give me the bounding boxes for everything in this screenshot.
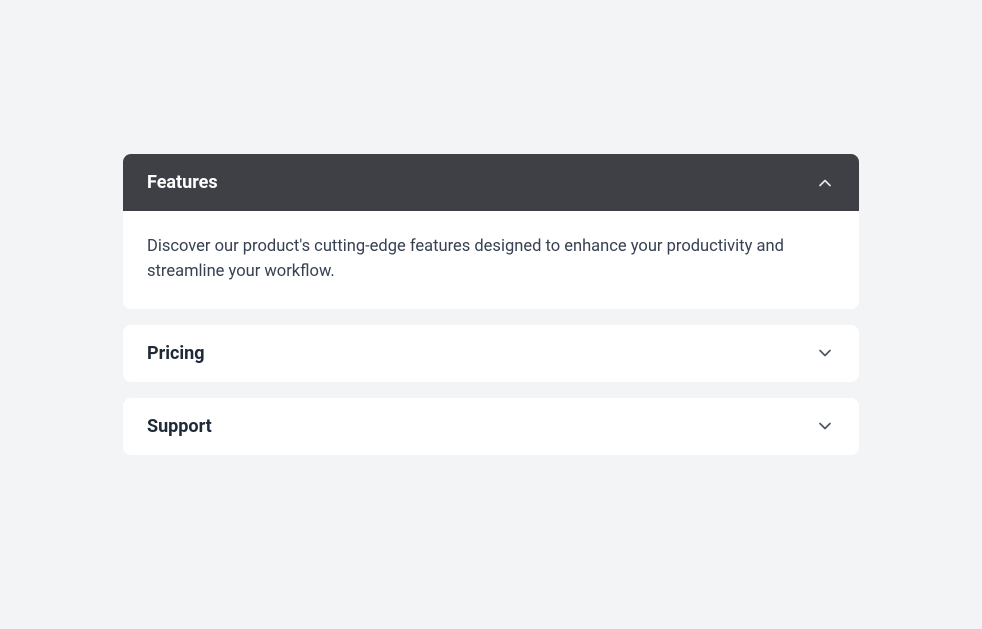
accordion-item-features: Features Discover our product's cutting-… xyxy=(123,154,859,309)
accordion-header-pricing[interactable]: Pricing xyxy=(123,325,859,382)
chevron-up-icon xyxy=(815,173,835,193)
accordion-title-features: Features xyxy=(147,172,218,193)
accordion-item-support: Support xyxy=(123,398,859,455)
chevron-down-icon xyxy=(815,343,835,363)
accordion-item-pricing: Pricing xyxy=(123,325,859,382)
accordion-title-pricing: Pricing xyxy=(147,343,204,364)
accordion-container: Features Discover our product's cutting-… xyxy=(123,154,859,455)
accordion-header-support[interactable]: Support xyxy=(123,398,859,455)
accordion-title-support: Support xyxy=(147,416,212,437)
accordion-content-features: Discover our product's cutting-edge feat… xyxy=(123,211,859,309)
accordion-header-features[interactable]: Features xyxy=(123,154,859,211)
chevron-down-icon xyxy=(815,416,835,436)
